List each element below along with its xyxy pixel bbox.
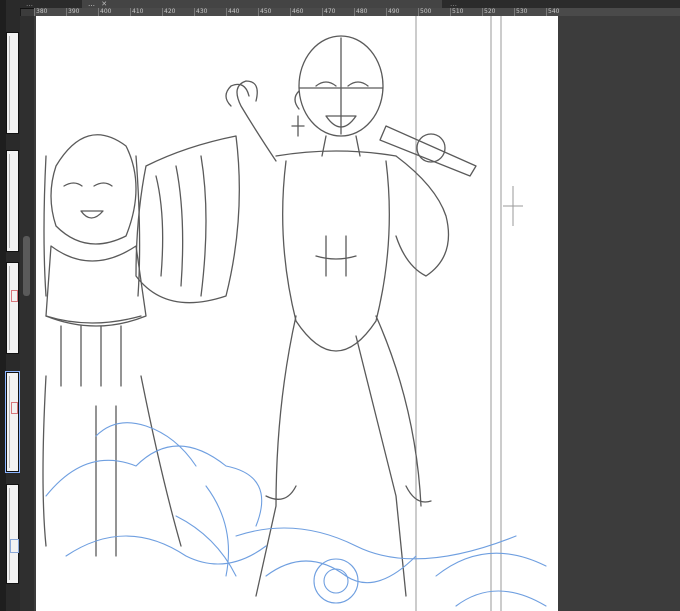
panel-scrollbar[interactable]: [20, 16, 34, 611]
ruler-label: 400: [100, 8, 112, 15]
shoulders: [275, 150, 397, 157]
page-thumbnail[interactable]: [6, 150, 19, 252]
sketch-artwork[interactable]: [36, 16, 558, 611]
ruler-label: 430: [196, 8, 208, 15]
page-thumbnail[interactable]: [6, 32, 19, 134]
blue-sketch-cloud: [45, 445, 263, 527]
hand: [416, 133, 446, 163]
right-arm: [395, 155, 450, 277]
ruler-label: 450: [260, 8, 272, 15]
ruler-label: 380: [36, 8, 48, 15]
blue-pencil-layer: [45, 422, 547, 607]
leg-outline: [375, 315, 422, 507]
ruler-label: 510: [452, 8, 464, 15]
blue-sketch-cloud: [95, 422, 197, 467]
blue-sketch-wheel: [313, 558, 359, 604]
thumbnail-mark: [11, 402, 18, 415]
blue-sketch-wheel: [323, 568, 349, 594]
eyes: [315, 81, 369, 87]
thumbnail-mark: [11, 290, 18, 302]
ruler-label: 540: [548, 8, 560, 15]
sleeve: [135, 135, 240, 304]
close-icon[interactable]: ✕: [101, 0, 107, 8]
tab-label: …: [88, 0, 95, 8]
ruler-label: 410: [132, 8, 144, 15]
ruler-label: 520: [484, 8, 496, 15]
thumbnail-content: [9, 376, 16, 468]
torso: [282, 160, 390, 352]
document-tab[interactable]: …: [444, 0, 564, 8]
abs: [315, 235, 357, 277]
foot: [405, 485, 432, 503]
ear: [294, 90, 300, 110]
sash-tails: [60, 325, 122, 387]
small-figure-skirt: [42, 375, 182, 547]
foot: [265, 485, 297, 500]
document-tab[interactable]: …: [20, 0, 80, 8]
tab-label: …: [26, 0, 33, 8]
page-thumbnail[interactable]: [6, 262, 19, 354]
ruler-label: 420: [164, 8, 176, 15]
tab-label: …: [450, 0, 457, 8]
small-figure-head: [50, 134, 137, 245]
ruler-label: 390: [68, 8, 80, 15]
thumbnail-content: [9, 36, 16, 130]
scrollbar-thumb[interactable]: [23, 236, 30, 296]
thumbnail-mark: [10, 538, 19, 553]
thumbnail-content: [9, 488, 16, 580]
ruler-label: 460: [292, 8, 304, 15]
document-tab-active[interactable]: … ✕: [82, 0, 442, 8]
left-leg: [255, 315, 297, 597]
page-thumbnail[interactable]: [6, 484, 19, 584]
thumbnail-content: [9, 154, 16, 248]
small-figure-eyes: [63, 182, 113, 187]
thumbnail-content: [9, 266, 16, 350]
microphone: [379, 125, 477, 177]
sleeve-folds: [155, 155, 207, 297]
raised-arm: [236, 80, 277, 162]
ruler-label: 500: [420, 8, 432, 15]
ruler-label: 530: [516, 8, 528, 15]
page-thumbnail-panel: [0, 0, 21, 611]
ruler-label: 440: [228, 8, 240, 15]
pencil-layer: [42, 35, 477, 597]
ruler-label: 470: [324, 8, 336, 15]
small-figure-hair: [43, 155, 141, 297]
blue-sketch-cloud: [235, 527, 517, 560]
small-figure-mouth: [80, 210, 104, 219]
neck: [321, 135, 361, 157]
ruler-label: 480: [356, 8, 368, 15]
ruler-label: 490: [388, 8, 400, 15]
page-thumbnail-selected[interactable]: [5, 371, 20, 473]
small-figure-robe: [45, 245, 147, 327]
